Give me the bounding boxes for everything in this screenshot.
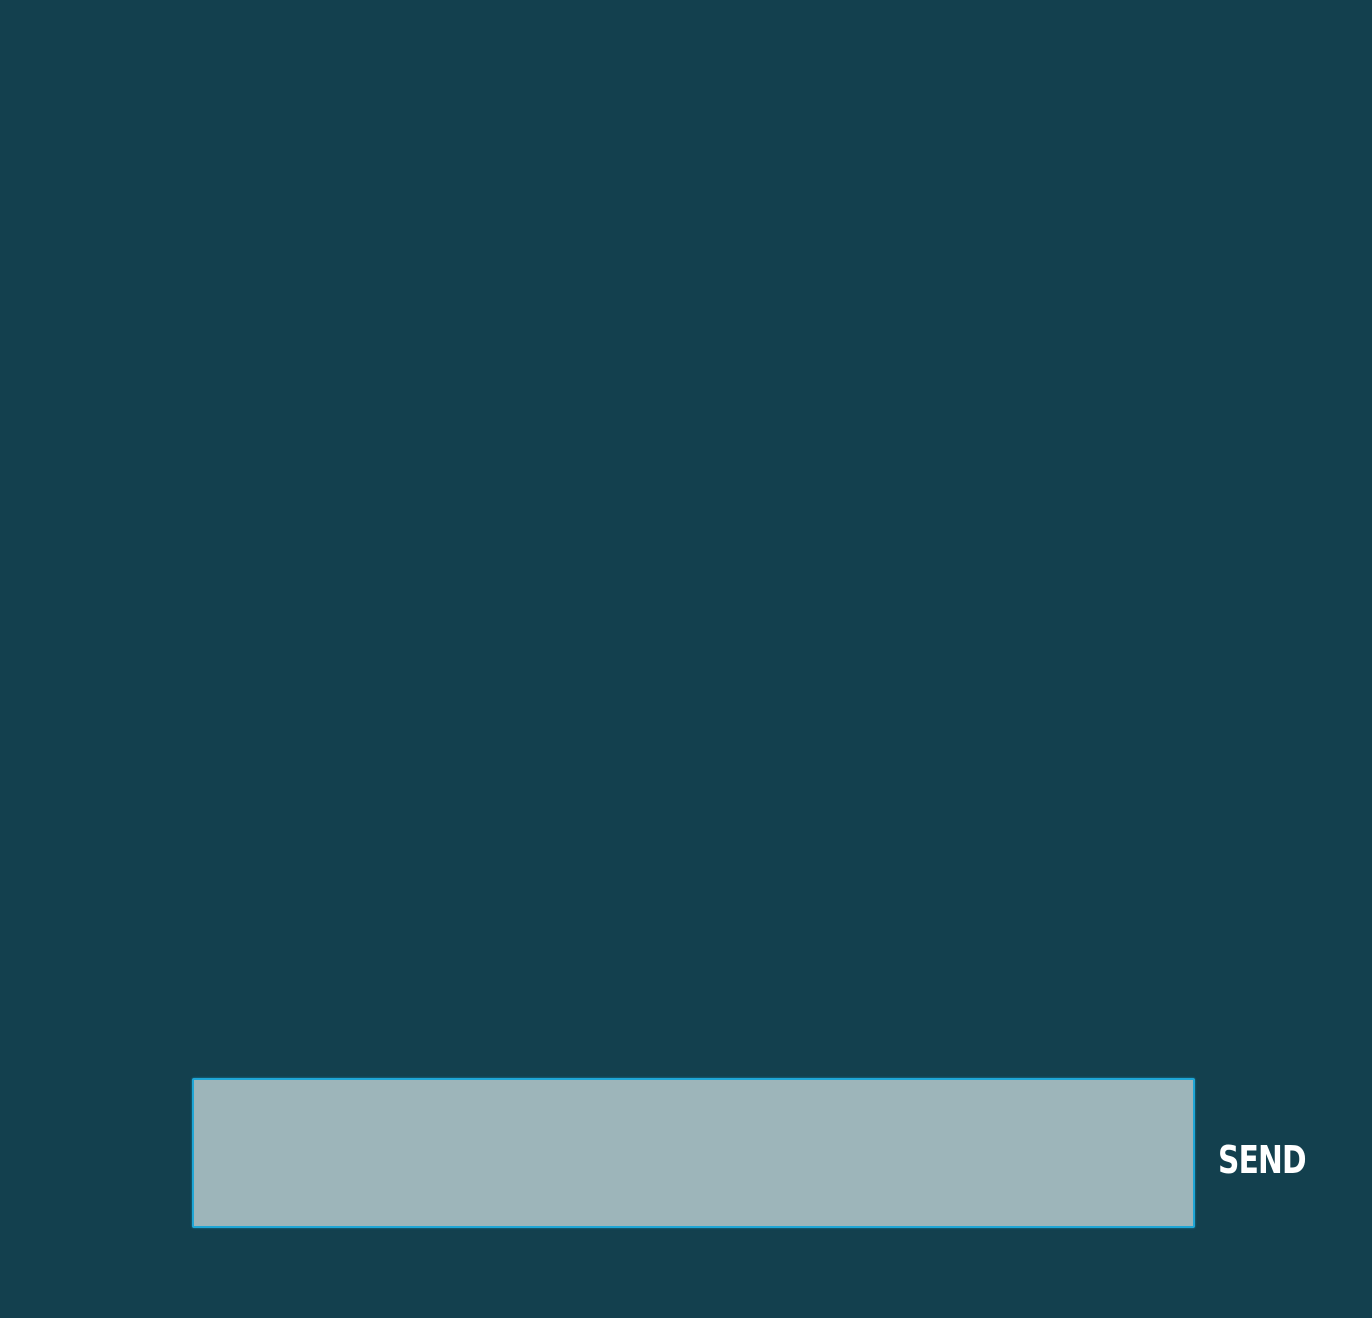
chat-messages-area	[0, 0, 1372, 1060]
send-button[interactable]: SEND	[1218, 1138, 1307, 1182]
message-composer: SEND	[192, 1078, 1352, 1228]
message-input[interactable]	[192, 1078, 1195, 1228]
